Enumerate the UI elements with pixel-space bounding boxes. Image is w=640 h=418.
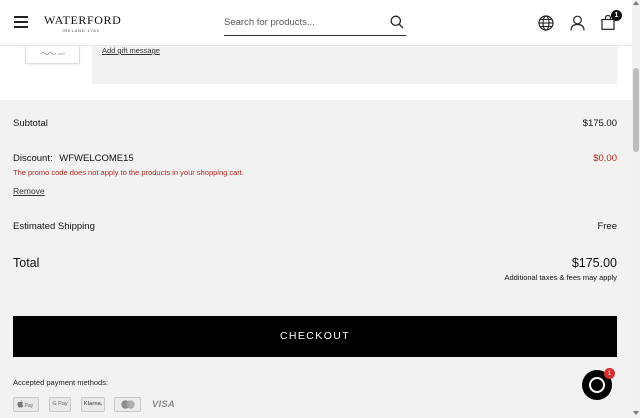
scroll-up-arrow-icon[interactable]	[633, 1, 639, 5]
shipping-label: Estimated Shipping	[13, 221, 95, 232]
globe-icon[interactable]	[538, 15, 554, 31]
promo-error-message: The promo code does not apply to the pro…	[13, 168, 244, 177]
search-icon[interactable]	[390, 15, 404, 29]
apple-pay-text: Pay	[25, 403, 34, 409]
mastercard-badge	[114, 397, 141, 412]
visa-logo: VISA	[152, 399, 175, 410]
gift-card-script-image	[40, 51, 66, 56]
discount-value: $0.00	[593, 153, 617, 164]
discount-label: Discount:	[13, 153, 53, 164]
hamburger-menu-icon[interactable]	[14, 16, 28, 28]
discount-code: WFWELCOME15	[59, 153, 134, 164]
site-header: WATERFORD IRELAND 1783 1	[0, 0, 632, 46]
payment-methods-label: Accepted payment methods:	[13, 378, 109, 387]
add-gift-message-link[interactable]: Add gift message	[102, 46, 160, 55]
shipping-value: Free	[597, 221, 617, 232]
shipping-row: Estimated Shipping Free	[13, 221, 617, 232]
account-icon[interactable]	[570, 15, 585, 31]
search-input[interactable]	[224, 10, 384, 34]
cart-count-badge: 1	[611, 10, 622, 21]
brand-logo[interactable]: WATERFORD IRELAND 1783	[44, 13, 122, 33]
subtotal-row: Subtotal $175.00	[13, 118, 617, 129]
subtotal-label: Subtotal	[13, 118, 48, 129]
apple-pay-badge: Pay	[13, 397, 39, 412]
total-label: Total	[13, 256, 40, 270]
total-value: $175.00	[571, 256, 617, 270]
apple-pay-icon: Pay	[17, 400, 34, 409]
scroll-down-arrow-icon[interactable]	[633, 411, 639, 415]
chat-notification-badge: 1	[604, 368, 615, 379]
discount-row: Discount: WFWELCOME15 $0.00	[13, 153, 617, 164]
remove-promo-link[interactable]: Remove	[13, 186, 45, 196]
gift-section: Add gift message	[0, 46, 632, 100]
gift-card-thumbnail	[25, 46, 80, 64]
brand-wordmark: WATERFORD	[44, 13, 122, 27]
subtotal-value: $175.00	[582, 118, 617, 129]
brand-subline: IRELAND 1783	[62, 28, 100, 33]
klarna-badge: Klarna.	[81, 397, 105, 412]
mastercard-icon	[121, 400, 135, 409]
page-scrollbar[interactable]	[632, 0, 640, 418]
chat-bubble-icon	[589, 377, 605, 393]
search-bar	[224, 10, 406, 36]
gift-message-box: Add gift message	[92, 46, 617, 84]
gpay-badge: G Pay	[49, 397, 71, 412]
checkout-button[interactable]: CHECKOUT	[13, 316, 617, 357]
scrollbar-thumb[interactable]	[633, 68, 639, 152]
tax-note: Additional taxes & fees may apply	[504, 273, 617, 282]
